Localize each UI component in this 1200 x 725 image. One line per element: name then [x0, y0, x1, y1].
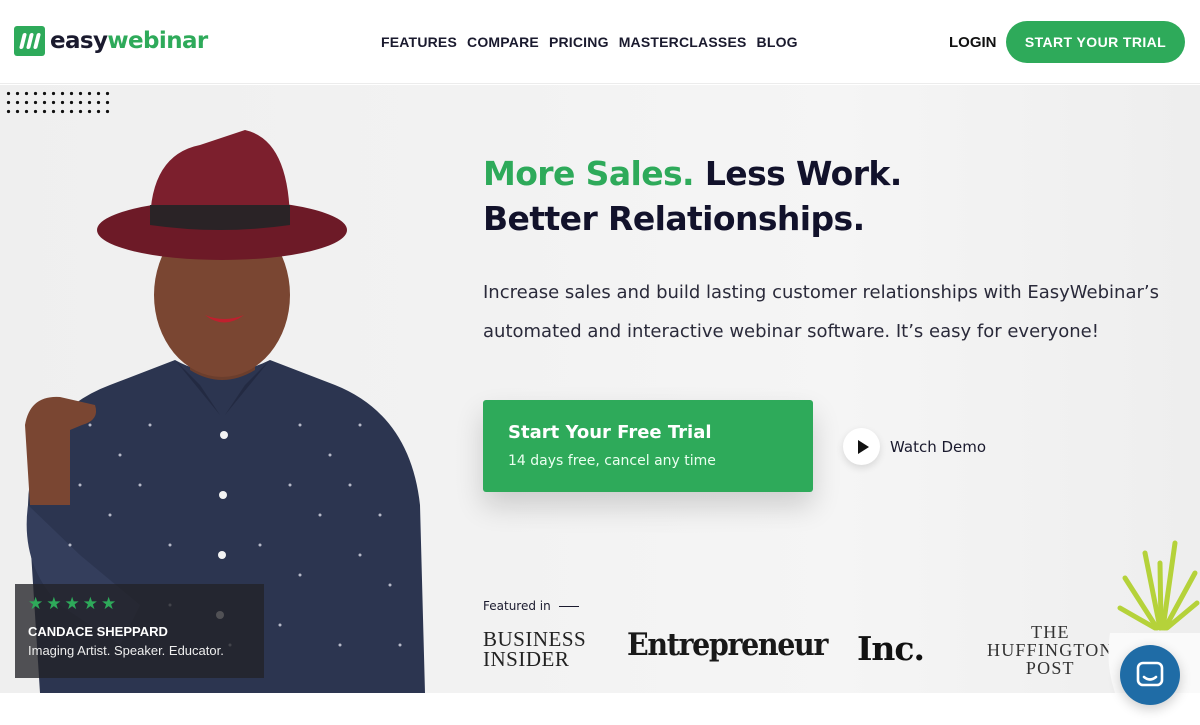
cta-subtitle: 14 days free, cancel any time: [508, 453, 716, 469]
watch-demo-button[interactable]: Watch Demo: [843, 428, 986, 465]
site-header: easywebinar FEATURES COMPARE PRICING MAS…: [0, 0, 1200, 84]
huffington-line-1: THE: [1031, 622, 1070, 642]
huffington-line-3: POST: [1025, 658, 1075, 678]
business-insider-line-1: BUSINESS: [483, 627, 587, 651]
testimonial-role: Imaging Artist. Speaker. Educator.: [28, 643, 224, 658]
hero-section: More Sales. Less Work. Better Relationsh…: [0, 85, 1200, 693]
nav-item-masterclasses[interactable]: MASTERCLASSES: [619, 34, 747, 50]
huffington-line-2: HUFFINGTON: [987, 640, 1114, 660]
chat-icon[interactable]: [1120, 645, 1180, 705]
testimonial-name: CANDACE SHEPPARD: [28, 624, 168, 639]
entrepreneur-logo: Entrepreneur: [627, 627, 828, 663]
business-insider-line-2: INSIDER: [483, 647, 570, 671]
nav-item-compare[interactable]: COMPARE: [467, 34, 539, 50]
nav-item-pricing[interactable]: PRICING: [549, 34, 609, 50]
hero-description-line-1: Increase sales and build lasting custome…: [483, 282, 1159, 303]
main-nav: FEATURES COMPARE PRICING MASTERCLASSES B…: [381, 34, 798, 50]
start-trial-button[interactable]: START YOUR TRIAL: [1006, 21, 1185, 63]
cta-title: Start Your Free Trial: [508, 422, 712, 443]
hero-description: Increase sales and build lasting custome…: [483, 273, 1173, 351]
business-insider-logo: BUSINESS INSIDER: [483, 627, 587, 671]
headline-line-1: More Sales. Less Work.: [483, 151, 902, 196]
rating-stars-icon: ★★★★★: [28, 594, 120, 614]
headline-line-2: Better Relationships.: [483, 199, 865, 238]
play-icon: [843, 428, 880, 465]
hero-description-line-2: automated and interactive webinar softwa…: [483, 321, 1099, 342]
watch-demo-label: Watch Demo: [890, 437, 987, 456]
easywebinar-logo-icon: [14, 26, 45, 56]
testimonial-card: ★★★★★ CANDACE SHEPPARD Imaging Artist. S…: [15, 584, 264, 678]
free-trial-cta-button[interactable]: Start Your Free Trial 14 days free, canc…: [483, 400, 813, 492]
site-logo[interactable]: easywebinar: [14, 25, 208, 57]
nav-item-features[interactable]: FEATURES: [381, 34, 457, 50]
logo-text-easy: easy: [50, 28, 108, 54]
chat-bubble-icon: [1136, 661, 1164, 687]
headline-dark-text: Less Work.: [704, 154, 902, 193]
headline-green-text: More Sales.: [483, 154, 695, 193]
logo-text-webinar: webinar: [107, 28, 208, 54]
inc-logo: Inc.: [857, 629, 925, 668]
featured-divider: [558, 605, 579, 607]
featured-in-label: Featured in: [483, 599, 579, 613]
login-link[interactable]: LOGIN: [949, 34, 997, 51]
nav-item-blog[interactable]: BLOG: [757, 34, 798, 50]
logo-wordmark: easywebinar: [50, 28, 208, 54]
featured-in-text: Featured in: [483, 599, 551, 613]
huffington-post-logo: THE HUFFINGTON POST: [987, 623, 1114, 677]
hero-headline: More Sales. Less Work. Better Relationsh…: [483, 151, 902, 241]
page-bottom-strip: [0, 693, 1200, 725]
